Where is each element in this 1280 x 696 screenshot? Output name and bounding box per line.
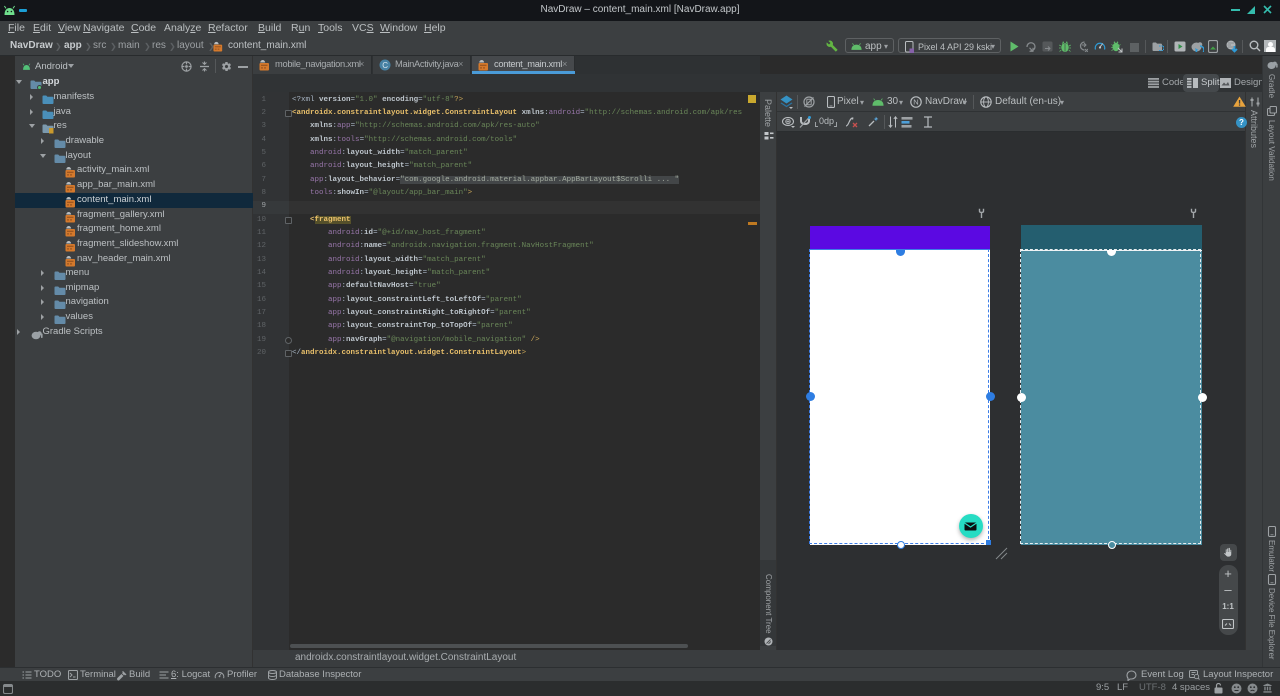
svg-text:C: C (382, 61, 388, 70)
svg-text:N: N (913, 98, 918, 107)
